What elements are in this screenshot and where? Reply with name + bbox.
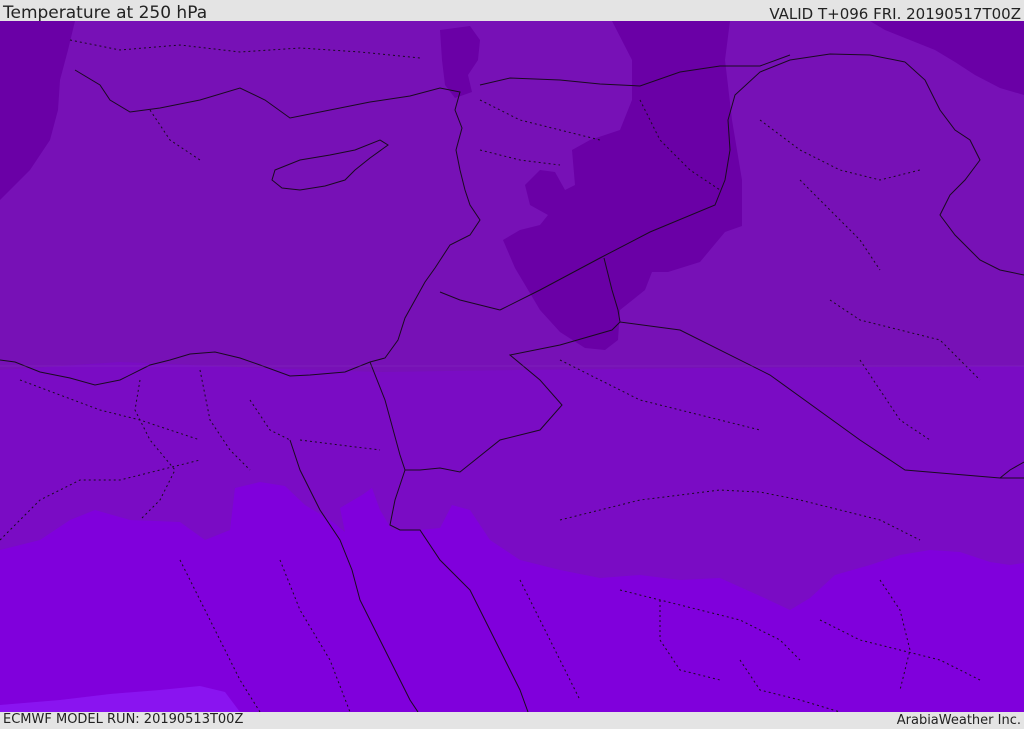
- header-bar: Temperature at 250 hPa VALID T+096 FRI. …: [0, 0, 1024, 23]
- credit-label: ArabiaWeather Inc.: [896, 713, 1021, 728]
- footer-bar: ECMWF MODEL RUN: 20190513T00Z ArabiaWeat…: [0, 712, 1024, 729]
- map-title: Temperature at 250 hPa: [3, 3, 208, 23]
- model-run-label: ECMWF MODEL RUN: 20190513T00Z: [3, 712, 244, 727]
- weather-map[interactable]: [0, 21, 1024, 712]
